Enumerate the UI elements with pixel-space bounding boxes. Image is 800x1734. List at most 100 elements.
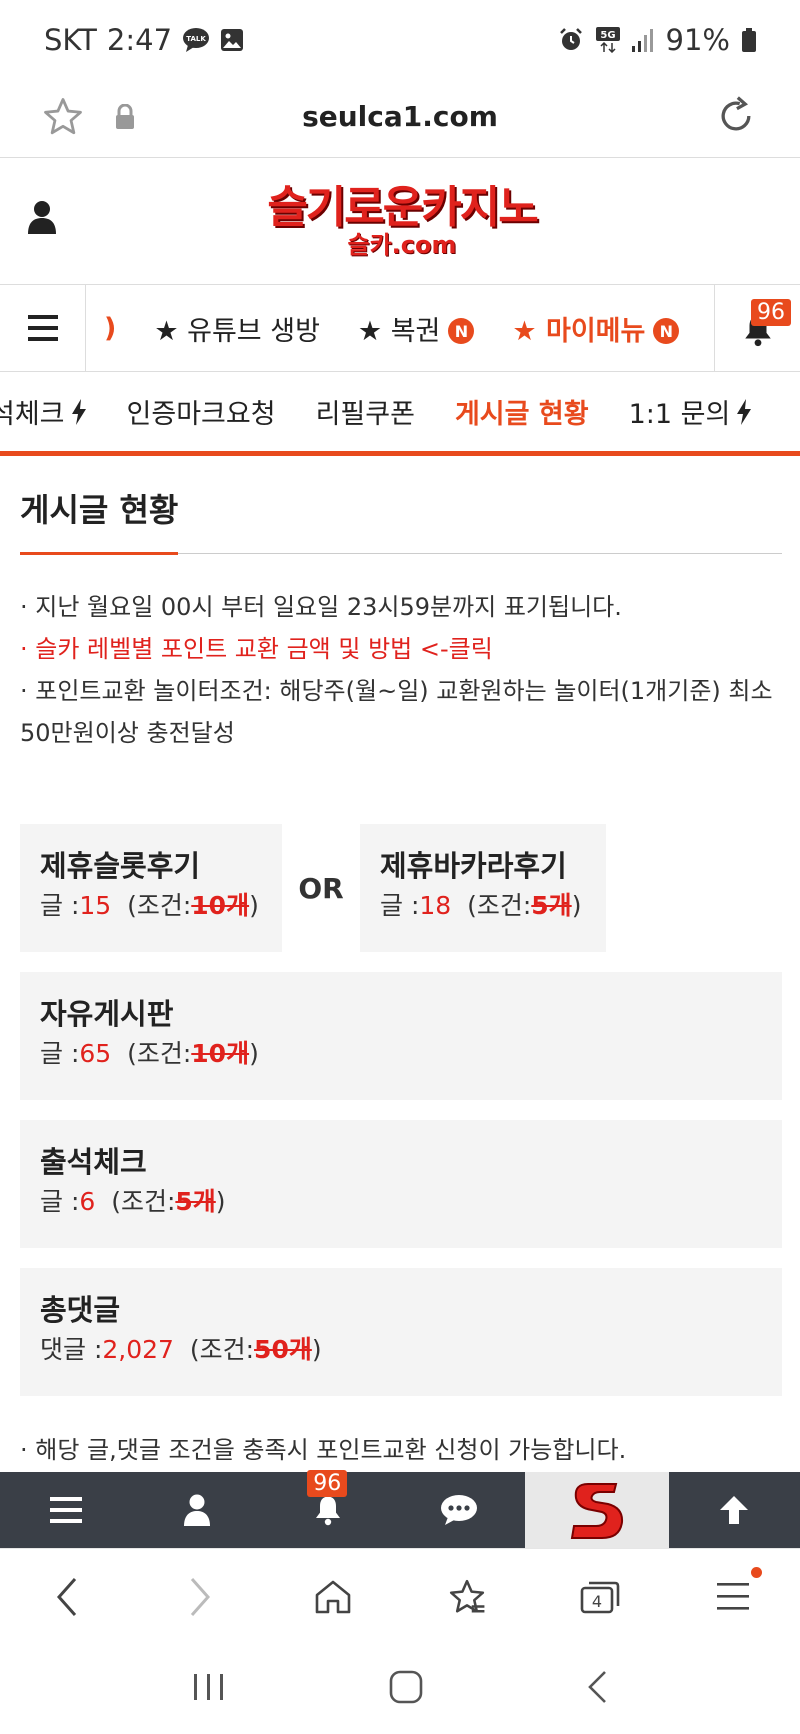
card-attendance: 출석체크 글 :6 (조건:5개) xyxy=(20,1120,782,1248)
app-user-button[interactable] xyxy=(131,1472,262,1548)
sub-item-label: 인증마크요청 xyxy=(126,399,276,430)
app-notification-button[interactable]: 96 xyxy=(262,1470,393,1548)
app-menu-button[interactable] xyxy=(0,1472,131,1548)
nav-scroll-fragment: ) xyxy=(104,312,117,344)
tabs-icon: 4 xyxy=(580,1581,620,1613)
card-title: 제휴슬롯후기 xyxy=(40,849,201,883)
menu-button[interactable] xyxy=(0,285,86,371)
time: 2:47 xyxy=(106,23,173,57)
recent-apps-button[interactable] xyxy=(192,1672,226,1706)
back-button[interactable] xyxy=(0,1549,133,1644)
stat-value: 6 xyxy=(79,1187,96,1216)
app-logo-button[interactable] xyxy=(524,1472,669,1548)
home-button[interactable] xyxy=(267,1549,400,1644)
stat-label: 글 : xyxy=(380,891,420,920)
sub-item-label: 석체크 xyxy=(0,399,65,430)
stat-label: 댓글 : xyxy=(40,1335,103,1364)
talk-icon: TALK xyxy=(182,27,210,53)
app-scroll-top-button[interactable] xyxy=(669,1472,800,1548)
nav-items: ) ★ 유튜브 생방 ★ 복권 N ★ 마이메뉴 N xyxy=(86,285,714,371)
card-title: 출석체크 xyxy=(40,1145,147,1179)
sub-nav: 석체크 인증마크요청 리필쿠폰 게시글 현황 1:1 문의 xyxy=(0,372,800,456)
battery-icon xyxy=(742,28,756,52)
bookmarks-button[interactable] xyxy=(400,1549,533,1644)
home-icon xyxy=(316,1580,351,1613)
nav-item-lottery[interactable]: ★ 복권 N xyxy=(357,309,475,348)
stat-value: 15 xyxy=(79,891,112,920)
reload-icon[interactable] xyxy=(714,94,758,142)
stat-value: 65 xyxy=(79,1039,112,1068)
sub-item-inquiry[interactable]: 1:1 문의 xyxy=(629,392,753,431)
cond-prefix: (조건: xyxy=(467,891,532,920)
system-nav xyxy=(0,1644,800,1734)
note-condition: · 포인트교환 놀이터조건: 해당주(월~일) 교환원하는 놀이터(1개기준) … xyxy=(20,677,773,747)
cond-value: 5개 xyxy=(175,1187,216,1216)
note-exchange-link[interactable]: · 슬카 레벨별 포인트 교환 금액 및 방법 <-클릭 xyxy=(20,628,782,670)
gallery-icon xyxy=(220,28,244,52)
cond-value: 50개 xyxy=(254,1335,312,1364)
nav-item-my-menu[interactable]: ★ 마이메뉴 N xyxy=(512,309,680,348)
home-nav-button[interactable] xyxy=(389,1670,423,1708)
card-slot-review: 제휴슬롯후기 글 :15 (조건:10개) xyxy=(20,824,282,952)
card-stat: 댓글 :2,027 (조건:50개) xyxy=(40,1330,762,1370)
nav-item-label: ★ 복권 xyxy=(357,315,441,347)
notification-button[interactable]: 96 xyxy=(714,285,800,371)
chat-icon xyxy=(440,1495,477,1525)
new-badge: N xyxy=(448,318,475,344)
cond-prefix: (조건: xyxy=(189,1335,255,1364)
new-badge: N xyxy=(653,318,680,344)
browser-menu-button[interactable] xyxy=(667,1549,800,1644)
main-nav: ) ★ 유튜브 생방 ★ 복권 N ★ 마이메뉴 N 96 xyxy=(0,284,800,372)
cond-value: 10개 xyxy=(191,1039,250,1068)
back-icon xyxy=(56,1577,76,1616)
cond-value: 5개 xyxy=(531,891,572,920)
card-free-board: 자유게시판 글 :65 (조건:10개) xyxy=(20,972,782,1100)
back-nav-button[interactable] xyxy=(586,1670,608,1708)
sub-item-cert-request[interactable]: 인증마크요청 xyxy=(127,392,276,431)
cond-suffix: ) xyxy=(311,1335,322,1364)
logo-main-text: 슬기로운카지노 xyxy=(267,182,538,233)
user-icon xyxy=(183,1494,210,1526)
note-period: · 지난 월요일 00시 부터 일요일 23시59분까지 표기됩니다. xyxy=(20,593,622,621)
card-stat: 글 :65 (조건:10개) xyxy=(40,1034,762,1074)
battery-percent: 91% xyxy=(665,23,730,57)
bookmark-icon xyxy=(449,1579,485,1613)
sub-item-label: 리필쿠폰 xyxy=(315,399,415,430)
back-nav-icon xyxy=(588,1671,607,1703)
card-title: 제휴바카라후기 xyxy=(380,849,567,883)
sub-item-post-status[interactable]: 게시글 현황 xyxy=(455,392,589,431)
card-stat: 글 :15 (조건:10개) xyxy=(40,886,262,926)
page-title: 게시글 현황 xyxy=(20,485,782,555)
card-stat: 글 :6 (조건:5개) xyxy=(40,1182,762,1222)
tab-count: 4 xyxy=(592,1592,602,1611)
sub-item-attendance[interactable]: 석체크 xyxy=(0,392,87,431)
signal-icon xyxy=(631,28,654,52)
forward-button[interactable] xyxy=(133,1549,266,1644)
nav-item-youtube[interactable]: ★ 유튜브 생방 xyxy=(154,309,320,348)
app-chat-button[interactable] xyxy=(393,1472,524,1548)
review-card-row: 제휴슬롯후기 글 :15 (조건:10개) OR 제휴바카라후기 글 :18 (… xyxy=(20,824,782,952)
menu-icon xyxy=(49,1497,82,1523)
browser-toolbar: 4 xyxy=(0,1548,800,1644)
cond-suffix: ) xyxy=(249,891,259,920)
logo-s-icon xyxy=(570,1483,623,1539)
home-nav-icon xyxy=(389,1670,423,1704)
tabs-button[interactable]: 4 xyxy=(533,1549,666,1644)
update-dot xyxy=(750,1567,762,1578)
menu-icon xyxy=(27,315,58,341)
url-bar: seulca1.com xyxy=(0,80,800,158)
card-total-comments: 총댓글 댓글 :2,027 (조건:50개) xyxy=(20,1268,782,1396)
nav-item-label: ★ 유튜브 생방 xyxy=(154,315,320,347)
recent-apps-icon xyxy=(193,1674,223,1700)
stat-label: 글 : xyxy=(40,891,80,920)
content: 게시글 현황 · 지난 월요일 00시 부터 일요일 23시59분까지 표기됩니… xyxy=(20,461,782,1465)
sub-item-refill-coupon[interactable]: 리필쿠폰 xyxy=(316,392,415,431)
status-left: SKT 2:47 TALK xyxy=(44,23,244,57)
alarm-icon xyxy=(558,27,584,53)
carrier: SKT xyxy=(44,23,97,57)
app-bottom-bar: 96 xyxy=(0,1470,800,1548)
site-logo[interactable]: 슬기로운카지노 슬카.com xyxy=(258,184,546,264)
url-text[interactable]: seulca1.com xyxy=(0,100,800,133)
user-icon[interactable] xyxy=(28,200,56,238)
cond-prefix: (조건: xyxy=(127,891,192,920)
